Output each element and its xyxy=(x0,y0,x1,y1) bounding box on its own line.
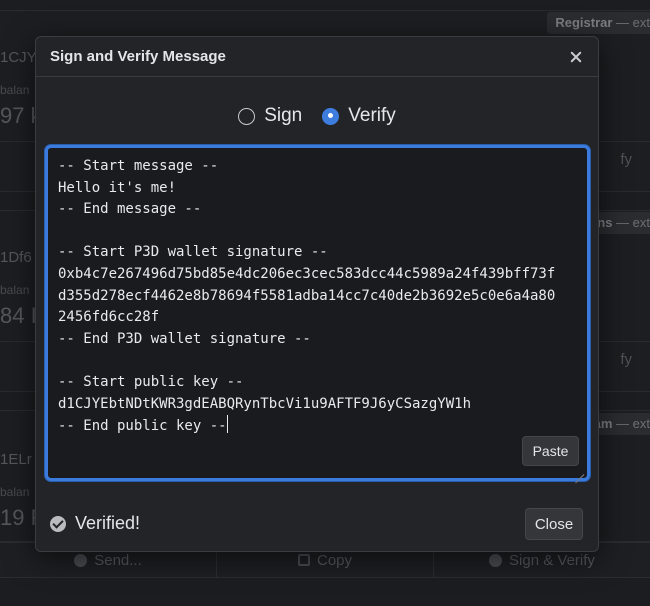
verify-button[interactable]: fy xyxy=(620,151,632,168)
close-icon[interactable] xyxy=(568,49,584,65)
message-line: 0xb4c7e267496d75bd85e4dc206ec3cec583dcc4… xyxy=(58,265,556,282)
message-line: 2456fd6cc28f xyxy=(58,309,160,326)
paste-button[interactable]: Paste xyxy=(522,436,579,466)
dialog-header: Sign and Verify Message xyxy=(36,37,598,77)
close-button[interactable]: Close xyxy=(525,508,583,540)
account-address: 1Df6 xyxy=(0,249,32,266)
balance-label: balan xyxy=(0,83,30,97)
message-line: -- End public key -- xyxy=(58,418,227,435)
verify-radio[interactable] xyxy=(322,107,340,125)
message-line: -- End P3D wallet signature -- xyxy=(58,330,311,347)
message-line: d1CJYEbtNDtKWR3gdEABQRynTbcVi1u9AFTF9J6y… xyxy=(58,395,472,412)
message-line: -- Start public key -- xyxy=(58,373,244,390)
account-address: 1CJY xyxy=(0,49,37,66)
message-text[interactable]: -- Start message -- Hello it's me! -- En… xyxy=(58,156,579,438)
message-textarea[interactable]: -- Start message -- Hello it's me! -- En… xyxy=(45,145,590,481)
signature-icon xyxy=(489,553,503,567)
text-caret xyxy=(226,415,229,434)
send-icon xyxy=(74,553,88,567)
copy-icon xyxy=(297,554,310,566)
message-line: Hello it's me! xyxy=(58,179,177,196)
verify-radio-label: Verify xyxy=(348,105,396,126)
verify-button[interactable]: fy xyxy=(620,351,632,368)
balance-label: balan xyxy=(0,283,30,297)
sign-radio[interactable] xyxy=(238,107,256,125)
sign-radio-label: Sign xyxy=(264,105,303,126)
balance-label: balan xyxy=(0,485,30,499)
account-tag: Registrar — ext xyxy=(547,12,650,34)
mode-selector: Sign Verify xyxy=(36,105,598,127)
balance-value: 84 I xyxy=(0,303,37,328)
message-line: d355d278ecf4462e8b78694f5581adba14cc7c40… xyxy=(58,287,556,304)
status-text: Verified! xyxy=(75,513,141,533)
dialog-title: Sign and Verify Message xyxy=(50,48,226,65)
sign-verify-dialog: Sign and Verify Message Sign Verify -- S… xyxy=(35,36,599,552)
verification-status: Verified! xyxy=(50,513,140,534)
resize-grip-icon[interactable] xyxy=(574,465,584,475)
verify-radio-option[interactable]: Verify xyxy=(322,105,396,127)
message-line: -- Start message -- xyxy=(58,158,219,174)
message-line: -- Start P3D wallet signature -- xyxy=(58,244,328,261)
check-circle-icon xyxy=(50,515,66,532)
sign-radio-option[interactable]: Sign xyxy=(238,105,302,127)
account-address: 1ELr xyxy=(0,451,32,468)
message-line: -- End message -- xyxy=(58,201,202,218)
